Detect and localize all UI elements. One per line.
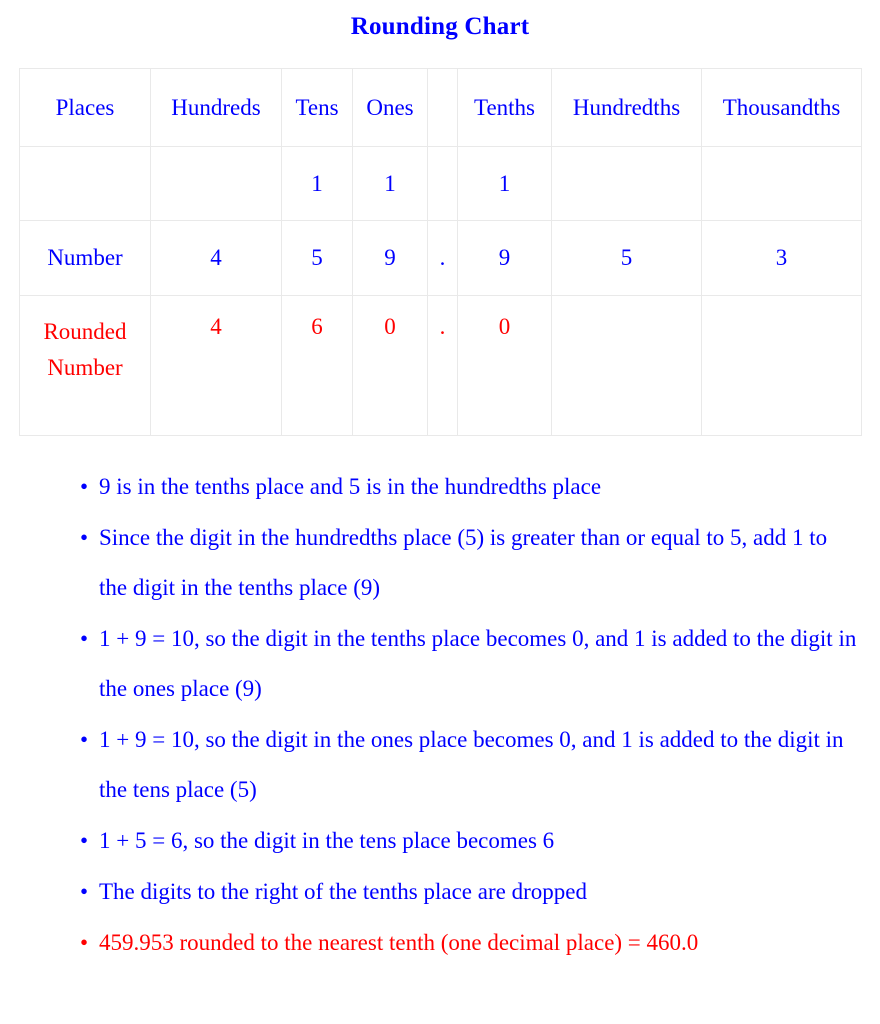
- list-item: • 1 + 9 = 10, so the digit in the tenths…: [70, 614, 860, 714]
- bullet-icon: •: [80, 828, 89, 853]
- list-item-text: 1 + 9 = 10, so the digit in the ones pla…: [99, 727, 844, 802]
- number-tens: 5: [281, 220, 353, 296]
- list-item-text: 1 + 9 = 10, so the digit in the tenths p…: [99, 626, 857, 701]
- header-hundredths: Hundredths: [551, 68, 702, 147]
- rounded-tenths: 0: [457, 295, 552, 436]
- bullet-icon: •: [80, 879, 89, 904]
- carry-decimal-point: [427, 146, 458, 221]
- rounded-row-label: Rounded Number: [19, 295, 151, 436]
- header-hundreds: Hundreds: [150, 68, 282, 147]
- header-decimal-point: [427, 68, 458, 147]
- rounded-thousandths: [701, 295, 862, 436]
- number-tenths: 9: [457, 220, 552, 296]
- number-decimal-point: .: [427, 220, 458, 296]
- carry-tenths: 1: [457, 146, 552, 221]
- number-thousandths: 3: [701, 220, 862, 296]
- list-item: • 1 + 5 = 6, so the digit in the tens pl…: [70, 816, 860, 866]
- rounded-hundredths: [551, 295, 702, 436]
- list-item: • 9 is in the tenths place and 5 is in t…: [70, 462, 860, 512]
- header-ones: Ones: [352, 68, 428, 147]
- bullet-icon: •: [80, 525, 89, 550]
- bullet-icon: •: [80, 930, 89, 955]
- rounded-decimal-point: .: [427, 295, 458, 436]
- rounding-chart-page: Rounding Chart Places Hundreds Tens Ones…: [0, 0, 880, 1024]
- list-item-text: 9 is in the tenths place and 5 is in the…: [99, 474, 602, 499]
- list-item-text: Since the digit in the hundredths place …: [99, 525, 828, 600]
- list-item: • The digits to the right of the tenths …: [70, 867, 860, 917]
- list-item-text: 459.953 rounded to the nearest tenth (on…: [99, 930, 699, 955]
- carry-tens: 1: [281, 146, 353, 221]
- rounded-ones: 0: [352, 295, 428, 436]
- header-tenths: Tenths: [457, 68, 552, 147]
- table-header-row: Places Hundreds Tens Ones Tenths Hundred…: [19, 68, 862, 147]
- header-thousandths: Thousandths: [701, 68, 862, 147]
- carry-row-label: [19, 146, 151, 221]
- header-tens: Tens: [281, 68, 353, 147]
- number-row-label: Number: [19, 220, 151, 296]
- number-hundreds: 4: [150, 220, 282, 296]
- rounded-hundreds: 4: [150, 295, 282, 436]
- list-item-text: The digits to the right of the tenths pl…: [99, 879, 587, 904]
- carry-thousandths: [701, 146, 862, 221]
- page-title: Rounding Chart: [350, 13, 530, 40]
- number-ones: 9: [352, 220, 428, 296]
- bullet-icon: •: [80, 727, 89, 752]
- header-places: Places: [19, 68, 151, 147]
- list-item-result: • 459.953 rounded to the nearest tenth (…: [70, 918, 860, 968]
- list-item-text: 1 + 5 = 6, so the digit in the tens plac…: [99, 828, 555, 853]
- table-rounded-number-row: Rounded Number 4 6 0 . 0: [19, 295, 862, 436]
- bullet-icon: •: [80, 474, 89, 499]
- list-item: • Since the digit in the hundredths plac…: [70, 513, 860, 613]
- explanation-list: • 9 is in the tenths place and 5 is in t…: [70, 462, 860, 969]
- carry-hundreds: [150, 146, 282, 221]
- number-hundredths: 5: [551, 220, 702, 296]
- carry-hundredths: [551, 146, 702, 221]
- rounded-tens: 6: [281, 295, 353, 436]
- table-number-row: Number 4 5 9 . 9 5 3: [19, 220, 862, 296]
- table-carry-row: 1 1 1: [19, 146, 862, 221]
- carry-ones: 1: [352, 146, 428, 221]
- bullet-icon: •: [80, 626, 89, 651]
- list-item: • 1 + 9 = 10, so the digit in the ones p…: [70, 715, 860, 815]
- rounding-place-value-table: Places Hundreds Tens Ones Tenths Hundred…: [19, 68, 862, 436]
